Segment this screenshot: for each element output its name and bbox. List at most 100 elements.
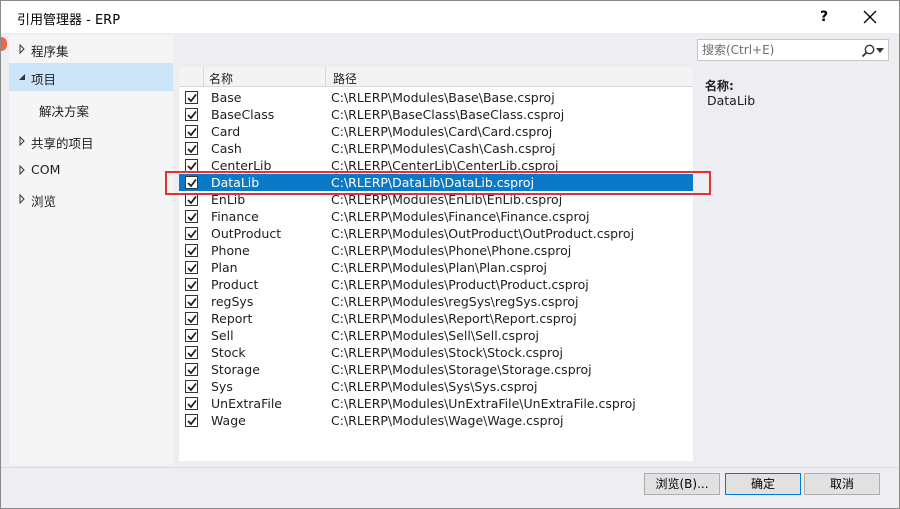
project-row[interactable]: Storage C:\RLERP\Modules\Storage\Storage.… xyxy=(179,361,693,378)
dropdown-arrow-icon[interactable] xyxy=(876,48,884,53)
reference-checkbox[interactable] xyxy=(185,142,198,155)
reference-checkbox[interactable] xyxy=(185,210,198,223)
reference-checkbox[interactable] xyxy=(185,312,198,325)
search-input[interactable] xyxy=(702,42,852,58)
project-path: C:\RLERP\Modules\Stock\Stock.csproj xyxy=(331,345,563,360)
project-name: Sell xyxy=(211,328,234,343)
project-row[interactable]: DataLib C:\RLERP\DataLib\DataLib.csproj xyxy=(179,174,693,191)
reference-checkbox[interactable] xyxy=(185,108,198,121)
search-box[interactable] xyxy=(697,39,889,61)
project-path: C:\RLERP\CenterLib\CenterLib.csproj xyxy=(331,158,559,173)
project-row[interactable]: regSys C:\RLERP\Modules\regSys\regSys.csp… xyxy=(179,293,693,310)
reference-checkbox[interactable] xyxy=(185,227,198,240)
project-row[interactable]: EnLib C:\RLERP\Modules\EnLib\EnLib.csproj xyxy=(179,191,693,208)
nav-item-solution[interactable]: 解决方案 xyxy=(9,95,173,123)
expand-arrow-icon[interactable] xyxy=(17,194,27,204)
column-header-path[interactable]: 路径 xyxy=(333,70,357,87)
reference-checkbox[interactable] xyxy=(185,159,198,172)
reference-checkbox[interactable] xyxy=(185,295,198,308)
reference-checkbox[interactable] xyxy=(185,244,198,257)
project-path: C:\RLERP\Modules\Cash\Cash.csproj xyxy=(331,141,556,156)
project-row[interactable]: Base C:\RLERP\Modules\Base\Base.csproj xyxy=(179,89,693,106)
reference-checkbox[interactable] xyxy=(185,380,198,393)
nav-item-projects[interactable]: 项目 xyxy=(9,63,173,91)
reference-checkbox[interactable] xyxy=(185,261,198,274)
project-name: DataLib xyxy=(211,175,260,190)
project-path: C:\RLERP\DataLib\DataLib.csproj xyxy=(331,175,535,190)
expand-arrow-icon[interactable] xyxy=(17,44,27,54)
project-name: Plan xyxy=(211,260,238,275)
project-name: Wage xyxy=(211,413,246,428)
reference-checkbox[interactable] xyxy=(185,414,198,427)
project-row[interactable]: Sys C:\RLERP\Modules\Sys\Sys.csproj xyxy=(179,378,693,395)
checkmark-icon xyxy=(187,110,197,120)
project-row[interactable]: Product C:\RLERP\Modules\Product\Product.… xyxy=(179,276,693,293)
project-row[interactable]: Report C:\RLERP\Modules\Report\Report.csp… xyxy=(179,310,693,327)
project-path: C:\RLERP\Modules\Sys\Sys.csproj xyxy=(331,379,538,394)
nav-item-browse[interactable]: 浏览 xyxy=(9,185,173,213)
reference-checkbox[interactable] xyxy=(185,397,198,410)
reference-checkbox[interactable] xyxy=(185,176,198,189)
checkmark-icon xyxy=(187,416,197,426)
project-path: C:\RLERP\Modules\UnExtraFile\UnExtraFile… xyxy=(331,396,636,411)
project-row[interactable]: Plan C:\RLERP\Modules\Plan\Plan.csproj xyxy=(179,259,693,276)
reference-checkbox[interactable] xyxy=(185,346,198,359)
project-path: C:\RLERP\Modules\Base\Base.csproj xyxy=(331,90,555,105)
checkmark-icon xyxy=(187,212,197,222)
reference-checkbox[interactable] xyxy=(185,193,198,206)
nav-item-label: 项目 xyxy=(31,72,57,87)
column-divider[interactable] xyxy=(203,67,204,87)
checkmark-icon xyxy=(187,348,197,358)
project-row[interactable]: CenterLib C:\RLERP\CenterLib\CenterLib.cs… xyxy=(179,157,693,174)
project-name: Product xyxy=(211,277,259,292)
project-name: Cash xyxy=(211,141,242,156)
detail-name-label: 名称: xyxy=(705,79,734,93)
nav-item-assemblies[interactable]: 程序集 xyxy=(9,35,173,63)
nav-item-shared-projects[interactable]: 共享的项目 xyxy=(9,127,173,155)
project-path: C:\RLERP\Modules\Finance\Finance.csproj xyxy=(331,209,590,224)
project-name: Phone xyxy=(211,243,250,258)
title-bar: 引用管理器 - ERP ? xyxy=(1,1,899,33)
reference-checkbox[interactable] xyxy=(185,125,198,138)
project-row[interactable]: Phone C:\RLERP\Modules\Phone\Phone.csproj xyxy=(179,242,693,259)
close-button[interactable] xyxy=(853,5,887,29)
expand-arrow-icon[interactable] xyxy=(17,165,27,175)
expand-arrow-icon[interactable] xyxy=(17,136,27,146)
project-name: Stock xyxy=(211,345,246,360)
project-row[interactable]: Finance C:\RLERP\Modules\Finance\Finance.… xyxy=(179,208,693,225)
project-row[interactable]: Stock C:\RLERP\Modules\Stock\Stock.csproj xyxy=(179,344,693,361)
checkmark-icon xyxy=(187,382,197,392)
project-path: C:\RLERP\Modules\Sell\Sell.csproj xyxy=(331,328,539,343)
project-row[interactable]: BaseClass C:\RLERP\BaseClass\BaseClass.cs… xyxy=(179,106,693,123)
project-name: UnExtraFile xyxy=(211,396,282,411)
checkmark-icon xyxy=(187,263,197,273)
reference-checkbox[interactable] xyxy=(185,329,198,342)
project-path: C:\RLERP\Modules\Wage\Wage.csproj xyxy=(331,413,564,428)
ok-button[interactable]: 确定 xyxy=(725,473,801,495)
project-row[interactable]: OutProduct C:\RLERP\Modules\OutProduct\Ou… xyxy=(179,225,693,242)
reference-checkbox[interactable] xyxy=(185,278,198,291)
collapse-arrow-icon[interactable] xyxy=(17,72,27,82)
browse-button[interactable]: 浏览(B)... xyxy=(644,473,720,495)
checkmark-icon xyxy=(187,280,197,290)
column-divider[interactable] xyxy=(325,67,326,87)
cancel-button[interactable]: 取消 xyxy=(804,473,880,495)
nav-item-label: 浏览 xyxy=(31,194,57,209)
nav-item-label: COM xyxy=(31,162,61,177)
checkmark-icon xyxy=(187,314,197,324)
nav-item-com[interactable]: COM xyxy=(9,156,173,184)
project-row[interactable]: Wage C:\RLERP\Modules\Wage\Wage.csproj xyxy=(179,412,693,429)
project-row[interactable]: UnExtraFile C:\RLERP\Modules\UnExtraFile\… xyxy=(179,395,693,412)
help-button[interactable]: ? xyxy=(809,5,839,29)
reference-checkbox[interactable] xyxy=(185,91,198,104)
project-row[interactable]: Card C:\RLERP\Modules\Card\Card.csproj xyxy=(179,123,693,140)
project-row[interactable]: Cash C:\RLERP\Modules\Cash\Cash.csproj xyxy=(179,140,693,157)
project-name: Card xyxy=(211,124,241,139)
project-row[interactable]: Sell C:\RLERP\Modules\Sell\Sell.csproj xyxy=(179,327,693,344)
search-icon[interactable] xyxy=(860,43,876,59)
reference-checkbox[interactable] xyxy=(185,363,198,376)
column-header-name[interactable]: 名称 xyxy=(209,70,233,87)
nav-item-label: 共享的项目 xyxy=(31,136,94,151)
project-path: C:\RLERP\Modules\Plan\Plan.csproj xyxy=(331,260,547,275)
checkmark-icon xyxy=(187,365,197,375)
